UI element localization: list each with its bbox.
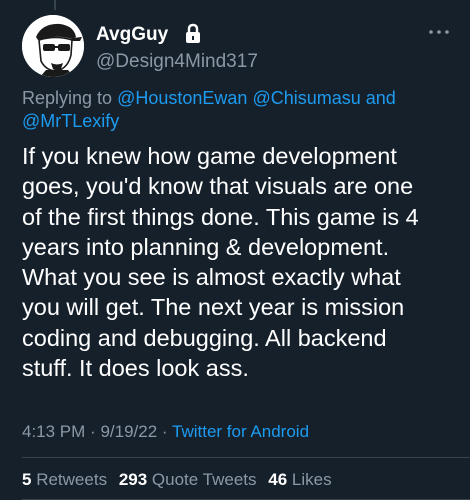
likes-count: 46	[268, 470, 288, 489]
replying-to-prefix: Replying to	[22, 88, 113, 108]
tweet-text-line: you will get. The next year is mission	[22, 294, 405, 321]
thread-connector-line	[54, 0, 56, 10]
quote-tweets-stat[interactable]: 293 Quote Tweets	[119, 470, 261, 489]
retweets-count: 5	[22, 470, 32, 489]
quote-tweets-label: Quote Tweets	[151, 470, 257, 489]
tweet-meta: 4:13 PM · 9/19/22 · Twitter for Android	[22, 422, 309, 442]
engagement-stats: 5 Retweets 293 Quote Tweets 46 Likes	[22, 470, 339, 490]
tweet-source[interactable]: Twitter for Android	[172, 422, 309, 441]
retweets-stat[interactable]: 5 Retweets	[22, 470, 112, 489]
retweets-label: Retweets	[36, 470, 108, 489]
reply-conjunction[interactable]: and	[366, 88, 396, 108]
divider	[22, 457, 470, 458]
meta-separator: ·	[90, 422, 96, 441]
tweet-date[interactable]: 9/19/22	[100, 422, 157, 441]
mention-link[interactable]: @Chisumasu	[252, 88, 360, 108]
tweet-text-line: of the first things done. This game is 4	[22, 203, 419, 230]
tweet-text: If you knew how game development goes, y…	[22, 141, 462, 383]
tweet-text-line: years into planning & development.	[22, 233, 390, 260]
mention-link[interactable]: @MrTLexify	[22, 111, 119, 131]
author-handle[interactable]: @Design4Mind317	[96, 51, 258, 73]
likes-stat[interactable]: 46 Likes	[268, 470, 331, 489]
tweet-text-line: If you knew how game development	[22, 143, 397, 169]
replying-to-line: Replying to @HoustonEwan @Chisumasu and …	[22, 87, 442, 133]
avatar[interactable]	[22, 15, 84, 77]
lock-icon	[186, 23, 200, 43]
avatar-illustration	[22, 15, 84, 77]
tweet-text-line: What you see is almost exactly what	[22, 264, 401, 291]
tweet-text-line: coding and debugging. All backend	[22, 324, 387, 351]
meta-separator: ·	[161, 422, 168, 441]
tweet-text-line: goes, you'd know that visuals are one	[22, 173, 414, 200]
likes-label: Likes	[291, 470, 332, 489]
quote-tweets-count: 293	[118, 470, 148, 489]
tweet-text-line: stuff. It does look ass.	[22, 355, 249, 382]
more-options-icon[interactable]	[426, 25, 452, 39]
tweet-time[interactable]: 4:13 PM	[22, 422, 85, 441]
mention-link[interactable]: @HoustonEwan	[117, 88, 247, 108]
author-display-name[interactable]: AvgGuy	[96, 24, 168, 46]
